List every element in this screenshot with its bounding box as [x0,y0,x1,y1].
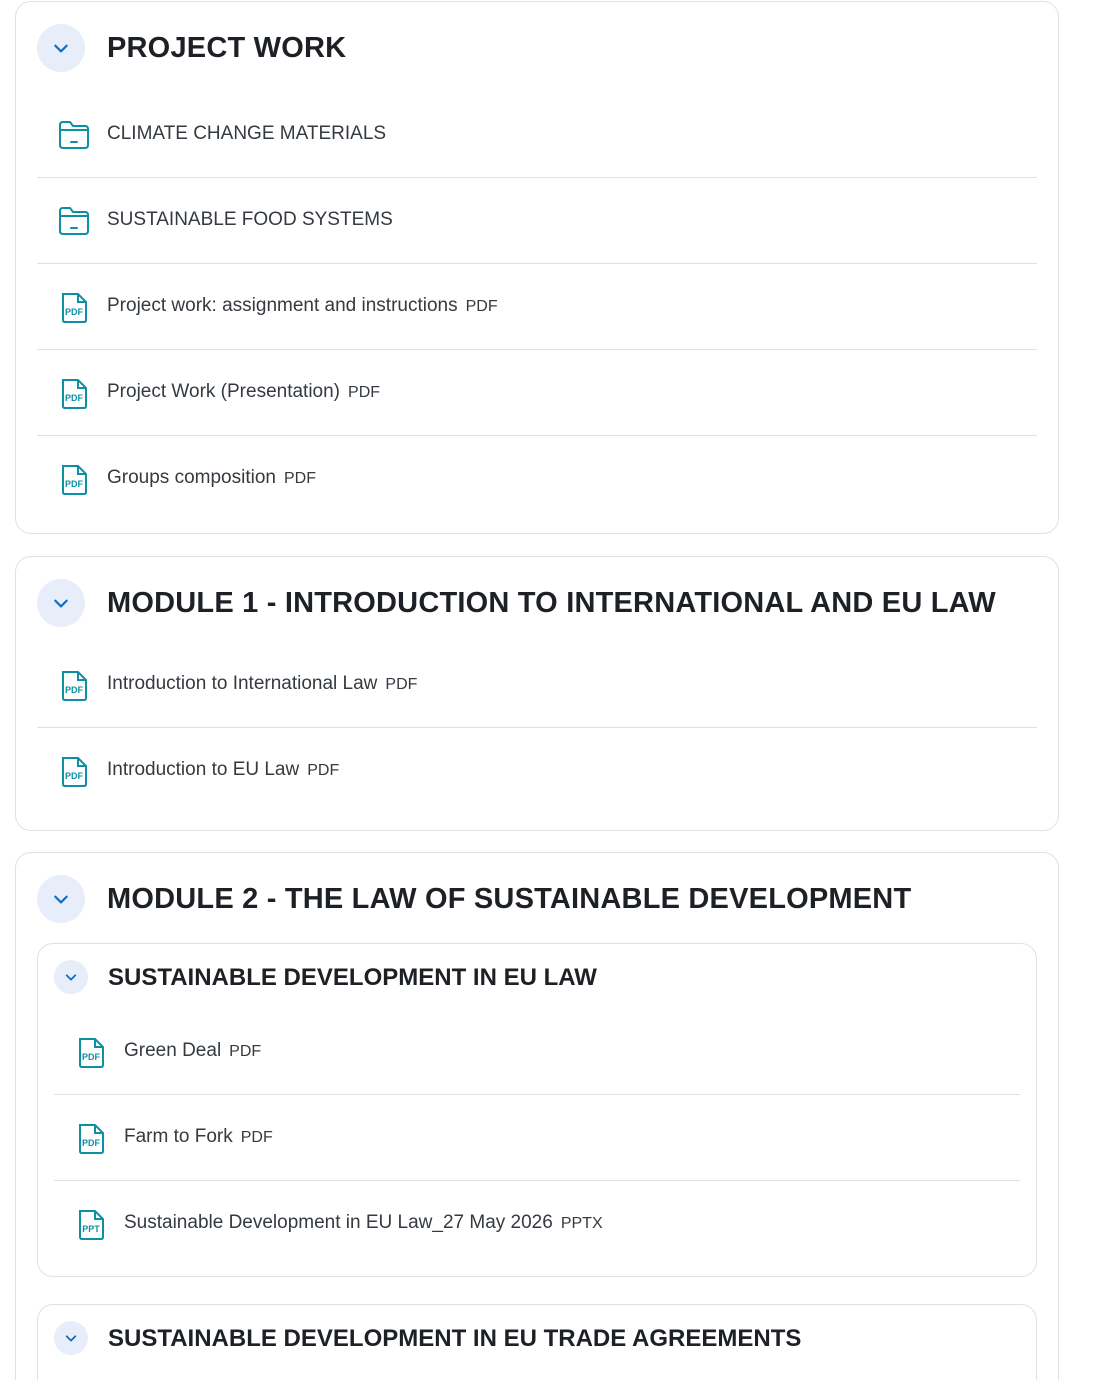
file-link[interactable]: Sustainable Development in EU Law_27 May… [124,1212,603,1234]
file-type-label: PDF [307,762,340,779]
file-type-label: PDF [229,1043,262,1060]
svg-text:PDF: PDF [65,393,84,403]
list-item: PDF Introduction to EU Law PDF [37,728,1037,814]
svg-text:PDF: PDF [65,771,84,781]
file-link[interactable]: Groups composition PDF [107,467,316,489]
file-type-label: PDF [348,384,381,401]
subsection-title: SUSTAINABLE DEVELOPMENT IN EU TRADE AGRE… [108,1325,802,1352]
file-type-label: PDF [385,676,418,693]
file-type-label: PDF [240,1129,273,1146]
chevron-down-icon [54,599,68,608]
section-header: MODULE 1 - INTRODUCTION TO INTERNATIONAL… [16,557,1058,647]
section-header: MODULE 2 - THE LAW OF SUSTAINABLE DEVELO… [16,853,1058,943]
list-item: SUSTAINABLE FOOD SYSTEMS [37,178,1037,264]
pdf-icon: PDF [62,671,87,701]
file-link[interactable]: Farm to Fork PDF [124,1126,273,1148]
chevron-down-icon [54,895,68,904]
section-title: PROJECT WORK [107,32,347,64]
list-item: PDF Introduction to International Law PDF [37,642,1037,728]
list-item: PDF Project work: assignment and instruc… [37,264,1037,350]
list-item: PDF Green Deal PDF [54,1009,1020,1095]
svg-text:PDF: PDF [65,685,84,695]
section-module-2: MODULE 2 - THE LAW OF SUSTAINABLE DEVELO… [15,852,1059,1380]
pdf-icon: PDF [62,757,87,787]
file-type-label: PPTX [560,1215,603,1232]
folder-link[interactable]: CLIMATE CHANGE MATERIALS [107,123,386,145]
file-link[interactable]: Green Deal PDF [124,1040,261,1062]
ppt-icon: PPT [79,1210,104,1240]
collapse-toggle-button[interactable] [37,24,85,72]
chevron-down-icon [65,1335,77,1342]
section-title: MODULE 2 - THE LAW OF SUSTAINABLE DEVELO… [107,883,912,915]
file-link[interactable]: Introduction to EU Law PDF [107,759,339,781]
folder-icon [59,207,89,235]
list-item: PDF Farm to Fork PDF [54,1095,1020,1181]
svg-text:PDF: PDF [65,479,84,489]
subsection-collapse-toggle-button[interactable] [54,960,88,994]
file-type-label: PDF [283,470,316,487]
svg-text:PDF: PDF [65,307,84,317]
list-item: PDF Project Work (Presentation) PDF [37,350,1037,436]
file-link[interactable]: Project work: assignment and instruction… [107,295,498,317]
pdf-icon: PDF [79,1124,104,1154]
subsection-sustainable-development-eu-trade-agreements: SUSTAINABLE DEVELOPMENT IN EU TRADE AGRE… [37,1304,1037,1380]
file-link[interactable]: Introduction to International Law PDF [107,673,417,695]
pdf-icon: PDF [62,293,87,323]
section-module-1: MODULE 1 - INTRODUCTION TO INTERNATIONAL… [15,556,1059,831]
svg-text:PDF: PDF [82,1052,101,1062]
pdf-icon: PDF [62,379,87,409]
list-item: PDF Groups composition PDF [37,436,1037,522]
section-project-work: PROJECT WORK CLIMATE CHANGE MATERIALS SU… [15,1,1059,534]
collapse-toggle-button[interactable] [37,875,85,923]
subsection-header: SUSTAINABLE DEVELOPMENT IN EU LAW [38,944,1036,1016]
chevron-down-icon [65,974,77,981]
subsection-sustainable-development-eu-law: SUSTAINABLE DEVELOPMENT IN EU LAW PDF Gr… [37,943,1037,1277]
section-title: MODULE 1 - INTRODUCTION TO INTERNATIONAL… [107,587,996,619]
subsection-collapse-toggle-button[interactable] [54,1321,88,1355]
subsection-title: SUSTAINABLE DEVELOPMENT IN EU LAW [108,964,597,991]
pdf-icon: PDF [79,1038,104,1068]
svg-text:PPT: PPT [82,1224,100,1234]
chevron-down-icon [54,44,68,53]
list-item: CLIMATE CHANGE MATERIALS [37,92,1037,178]
collapse-toggle-button[interactable] [37,579,85,627]
pdf-icon: PDF [62,465,87,495]
file-link[interactable]: Project Work (Presentation) PDF [107,381,380,403]
subsection-header: SUSTAINABLE DEVELOPMENT IN EU TRADE AGRE… [38,1305,1036,1377]
section-header: PROJECT WORK [16,2,1058,92]
file-type-label: PDF [465,298,498,315]
folder-icon [59,121,89,149]
list-item: PPT Sustainable Development in EU Law_27… [54,1181,1020,1267]
folder-link[interactable]: SUSTAINABLE FOOD SYSTEMS [107,209,393,231]
svg-text:PDF: PDF [82,1138,101,1148]
